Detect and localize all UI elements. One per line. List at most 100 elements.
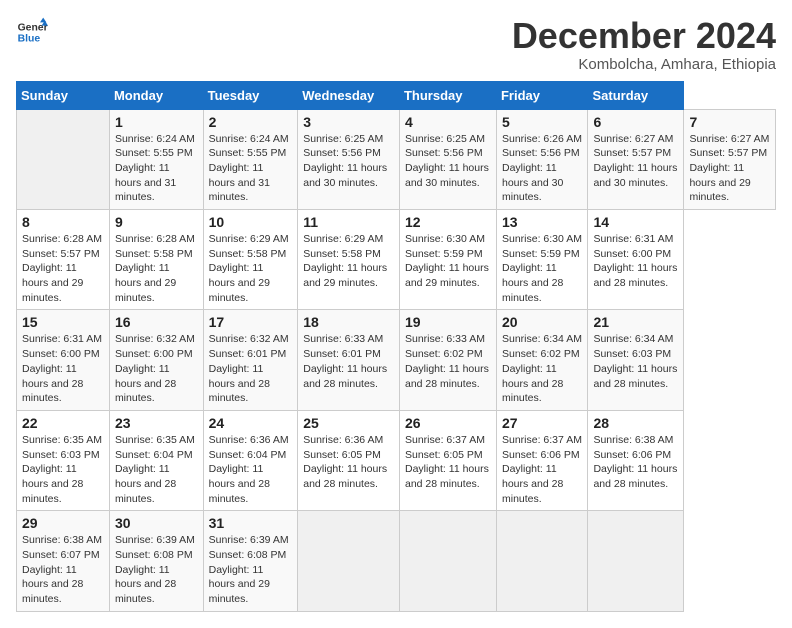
day-cell: 30Sunrise: 6:39 AM Sunset: 6:08 PM Dayli… xyxy=(109,511,203,611)
day-number: 24 xyxy=(209,415,293,431)
day-number: 2 xyxy=(209,114,293,130)
day-info: Sunrise: 6:34 AM Sunset: 6:03 PM Dayligh… xyxy=(593,332,678,391)
day-info: Sunrise: 6:36 AM Sunset: 6:05 PM Dayligh… xyxy=(303,433,394,492)
day-cell: 23Sunrise: 6:35 AM Sunset: 6:04 PM Dayli… xyxy=(109,410,203,510)
day-cell: 21Sunrise: 6:34 AM Sunset: 6:03 PM Dayli… xyxy=(588,310,684,410)
day-cell: 17 Sunrise: 6:32 AM Sunset: 6:01 PM Dayli… xyxy=(203,310,298,410)
day-number: 7 xyxy=(689,114,770,130)
day-number: 22 xyxy=(22,415,104,431)
week-row-1: 8 Sunrise: 6:28 AM Sunset: 5:57 PM Daylig… xyxy=(17,210,776,310)
day-cell: 10Sunrise: 6:29 AM Sunset: 5:58 PM Dayli… xyxy=(203,210,298,310)
day-cell: 5 Sunrise: 6:26 AM Sunset: 5:56 PM Daylig… xyxy=(496,109,587,209)
header-friday: Friday xyxy=(496,81,587,109)
day-info: Sunrise: 6:31 AM Sunset: 6:00 PM Dayligh… xyxy=(593,232,678,291)
day-info: Sunrise: 6:38 AM Sunset: 6:07 PM Dayligh… xyxy=(22,533,104,606)
day-number: 19 xyxy=(405,314,491,330)
day-number: 16 xyxy=(115,314,198,330)
day-number: 28 xyxy=(593,415,678,431)
day-info: Sunrise: 6:37 AM Sunset: 6:05 PM Dayligh… xyxy=(405,433,491,492)
day-info: Sunrise: 6:31 AM Sunset: 6:00 PM Dayligh… xyxy=(22,332,104,405)
day-info: Sunrise: 6:27 AM Sunset: 5:57 PM Dayligh… xyxy=(593,132,678,191)
day-number: 14 xyxy=(593,214,678,230)
day-number: 13 xyxy=(502,214,582,230)
header-saturday: Saturday xyxy=(588,81,684,109)
day-info: Sunrise: 6:24 AM Sunset: 5:55 PM Dayligh… xyxy=(115,132,198,205)
day-cell xyxy=(588,511,684,611)
day-cell xyxy=(399,511,496,611)
day-cell: 29 Sunrise: 6:38 AM Sunset: 6:07 PM Dayli… xyxy=(17,511,110,611)
day-number: 10 xyxy=(209,214,293,230)
day-info: Sunrise: 6:25 AM Sunset: 5:56 PM Dayligh… xyxy=(405,132,491,191)
day-info: Sunrise: 6:38 AM Sunset: 6:06 PM Dayligh… xyxy=(593,433,678,492)
day-cell: 22 Sunrise: 6:35 AM Sunset: 6:03 PM Dayli… xyxy=(17,410,110,510)
header-wednesday: Wednesday xyxy=(298,81,400,109)
day-info: Sunrise: 6:37 AM Sunset: 6:06 PM Dayligh… xyxy=(502,433,582,506)
day-info: Sunrise: 6:32 AM Sunset: 6:01 PM Dayligh… xyxy=(209,332,293,405)
day-cell xyxy=(496,511,587,611)
day-cell: 3Sunrise: 6:25 AM Sunset: 5:56 PM Daylig… xyxy=(298,109,400,209)
week-row-2: 15 Sunrise: 6:31 AM Sunset: 6:00 PM Dayli… xyxy=(17,310,776,410)
day-number: 8 xyxy=(22,214,104,230)
day-number: 18 xyxy=(303,314,394,330)
day-cell: 13 Sunrise: 6:30 AM Sunset: 5:59 PM Dayli… xyxy=(496,210,587,310)
day-cell: 27 Sunrise: 6:37 AM Sunset: 6:06 PM Dayli… xyxy=(496,410,587,510)
day-number: 6 xyxy=(593,114,678,130)
day-cell: 8 Sunrise: 6:28 AM Sunset: 5:57 PM Daylig… xyxy=(17,210,110,310)
day-cell: 28 Sunrise: 6:38 AM Sunset: 6:06 PM Dayli… xyxy=(588,410,684,510)
day-number: 5 xyxy=(502,114,582,130)
header-tuesday: Tuesday xyxy=(203,81,298,109)
day-cell: 9 Sunrise: 6:28 AM Sunset: 5:58 PM Daylig… xyxy=(109,210,203,310)
day-info: Sunrise: 6:30 AM Sunset: 5:59 PM Dayligh… xyxy=(502,232,582,305)
day-info: Sunrise: 6:35 AM Sunset: 6:03 PM Dayligh… xyxy=(22,433,104,506)
day-info: Sunrise: 6:39 AM Sunset: 6:08 PM Dayligh… xyxy=(209,533,293,606)
day-number: 17 xyxy=(209,314,293,330)
day-cell: 14 Sunrise: 6:31 AM Sunset: 6:00 PM Dayli… xyxy=(588,210,684,310)
day-cell: 18 Sunrise: 6:33 AM Sunset: 6:01 PM Dayli… xyxy=(298,310,400,410)
day-cell: 26Sunrise: 6:37 AM Sunset: 6:05 PM Dayli… xyxy=(399,410,496,510)
day-cell: 11 Sunrise: 6:29 AM Sunset: 5:58 PM Dayli… xyxy=(298,210,400,310)
day-info: Sunrise: 6:26 AM Sunset: 5:56 PM Dayligh… xyxy=(502,132,582,205)
day-cell: 19Sunrise: 6:33 AM Sunset: 6:02 PM Dayli… xyxy=(399,310,496,410)
day-cell: 1Sunrise: 6:24 AM Sunset: 5:55 PM Daylig… xyxy=(109,109,203,209)
day-cell: 16 Sunrise: 6:32 AM Sunset: 6:00 PM Dayli… xyxy=(109,310,203,410)
day-number: 4 xyxy=(405,114,491,130)
day-number: 11 xyxy=(303,214,394,230)
day-info: Sunrise: 6:29 AM Sunset: 5:58 PM Dayligh… xyxy=(303,232,394,291)
day-cell xyxy=(17,109,110,209)
header-thursday: Thursday xyxy=(399,81,496,109)
day-cell: 15 Sunrise: 6:31 AM Sunset: 6:00 PM Dayli… xyxy=(17,310,110,410)
day-cell xyxy=(298,511,400,611)
day-cell: 20 Sunrise: 6:34 AM Sunset: 6:02 PM Dayli… xyxy=(496,310,587,410)
day-info: Sunrise: 6:27 AM Sunset: 5:57 PM Dayligh… xyxy=(689,132,770,205)
day-number: 15 xyxy=(22,314,104,330)
day-info: Sunrise: 6:25 AM Sunset: 5:56 PM Dayligh… xyxy=(303,132,394,191)
day-number: 29 xyxy=(22,515,104,531)
day-info: Sunrise: 6:33 AM Sunset: 6:01 PM Dayligh… xyxy=(303,332,394,391)
day-info: Sunrise: 6:39 AM Sunset: 6:08 PM Dayligh… xyxy=(115,533,198,606)
header-row: SundayMondayTuesdayWednesdayThursdayFrid… xyxy=(17,81,776,109)
day-info: Sunrise: 6:30 AM Sunset: 5:59 PM Dayligh… xyxy=(405,232,491,291)
day-cell: 4 Sunrise: 6:25 AM Sunset: 5:56 PM Daylig… xyxy=(399,109,496,209)
day-cell: 24 Sunrise: 6:36 AM Sunset: 6:04 PM Dayli… xyxy=(203,410,298,510)
day-info: Sunrise: 6:28 AM Sunset: 5:57 PM Dayligh… xyxy=(22,232,104,305)
logo-icon: General Blue xyxy=(16,16,48,48)
day-number: 27 xyxy=(502,415,582,431)
day-number: 9 xyxy=(115,214,198,230)
logo: General Blue xyxy=(16,16,48,48)
month-title: December 2024 xyxy=(512,16,776,56)
title-block: December 2024 Kombolcha, Amhara, Ethiopi… xyxy=(512,16,776,73)
header-monday: Monday xyxy=(109,81,203,109)
week-row-3: 22 Sunrise: 6:35 AM Sunset: 6:03 PM Dayli… xyxy=(17,410,776,510)
day-number: 20 xyxy=(502,314,582,330)
day-cell: 6 Sunrise: 6:27 AM Sunset: 5:57 PM Daylig… xyxy=(588,109,684,209)
day-info: Sunrise: 6:34 AM Sunset: 6:02 PM Dayligh… xyxy=(502,332,582,405)
day-info: Sunrise: 6:28 AM Sunset: 5:58 PM Dayligh… xyxy=(115,232,198,305)
page-header: General Blue December 2024 Kombolcha, Am… xyxy=(16,16,776,73)
day-number: 31 xyxy=(209,515,293,531)
day-cell: 7 Sunrise: 6:27 AM Sunset: 5:57 PM Daylig… xyxy=(684,109,776,209)
day-number: 12 xyxy=(405,214,491,230)
day-info: Sunrise: 6:36 AM Sunset: 6:04 PM Dayligh… xyxy=(209,433,293,506)
day-cell: 31 Sunrise: 6:39 AM Sunset: 6:08 PM Dayli… xyxy=(203,511,298,611)
calendar-table: SundayMondayTuesdayWednesdayThursdayFrid… xyxy=(16,81,776,612)
day-info: Sunrise: 6:32 AM Sunset: 6:00 PM Dayligh… xyxy=(115,332,198,405)
